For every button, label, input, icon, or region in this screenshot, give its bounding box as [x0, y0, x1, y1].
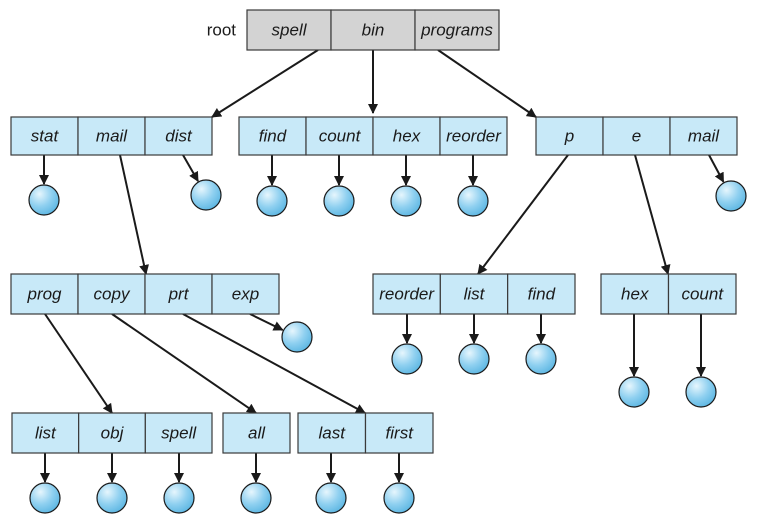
entry-label: find	[528, 285, 556, 304]
directory-entry-reorder[interactable]: reorder	[439, 116, 508, 156]
entry-label: count	[681, 285, 724, 304]
link-arrow-programs-p-to-p	[477, 154, 569, 275]
entry-label: all	[248, 424, 266, 443]
link-arrow-mail-prt-to-prt	[182, 313, 366, 414]
file-node-spell-stat[interactable]	[28, 184, 60, 216]
directory-entry-prog[interactable]: prog	[10, 273, 79, 315]
directory-entry-spell[interactable]: spell	[144, 412, 213, 454]
link-arrow-mail-copy-to-copy	[111, 313, 257, 414]
directory-entry-e[interactable]: e	[602, 116, 671, 156]
entry-label: first	[386, 424, 415, 443]
directory-entry-count[interactable]: count	[305, 116, 374, 156]
file-node-prt-first[interactable]	[383, 482, 415, 514]
file-node-bin-reorder[interactable]	[457, 185, 489, 217]
directory-entry-spell[interactable]: spell	[246, 9, 332, 51]
directory-entry-bin[interactable]: bin	[330, 9, 416, 51]
link-arrow-root-programs-to-programs	[437, 49, 537, 118]
directory-programs: p e mail	[535, 116, 738, 156]
directory-entry-list[interactable]: list	[11, 412, 80, 454]
directory-entry-dist[interactable]: dist	[144, 116, 213, 156]
entry-label: hex	[393, 127, 421, 146]
directory-entry-mail[interactable]: mail	[77, 116, 146, 156]
link-arrow-root-spell-to-spell	[211, 49, 319, 118]
directory-entry-hex[interactable]: hex	[600, 273, 670, 315]
directory-p: reorder list find	[372, 273, 576, 315]
entry-label: prt	[168, 285, 190, 304]
entry-label: prog	[26, 285, 62, 304]
file-arrow-spell-dist	[182, 154, 199, 182]
directory-entry-stat[interactable]: stat	[10, 116, 79, 156]
directory-entry-last[interactable]: last	[297, 412, 367, 454]
file-node-p-reorder[interactable]	[391, 343, 423, 375]
directory-entry-prt[interactable]: prt	[144, 273, 213, 315]
entry-label: reorder	[446, 127, 502, 146]
file-node-spell-dist[interactable]	[190, 179, 222, 211]
entry-label: count	[319, 127, 362, 146]
file-node-prt-last[interactable]	[315, 482, 347, 514]
entry-label: find	[259, 127, 287, 146]
directory-entry-count[interactable]: count	[667, 273, 737, 315]
file-node-prog-list[interactable]	[29, 482, 61, 514]
file-node-mail-exp[interactable]	[281, 321, 313, 353]
file-node-bin-hex[interactable]	[390, 185, 422, 217]
entry-label: spell	[161, 424, 197, 443]
root-label: root	[207, 21, 237, 40]
directory-entry-all[interactable]: all	[222, 412, 291, 454]
directory-entry-mail[interactable]: mail	[669, 116, 738, 156]
file-node-p-list[interactable]	[458, 343, 490, 375]
directory-entry-programs[interactable]: programs	[414, 9, 500, 51]
file-node-prog-obj[interactable]	[96, 482, 128, 514]
file-node-e-hex[interactable]	[618, 376, 650, 408]
file-arrow-programs-mail	[708, 154, 725, 183]
link-arrow-spell-mail-to-mail	[119, 154, 149, 275]
directory-entry-obj[interactable]: obj	[78, 412, 146, 454]
entry-label: last	[319, 424, 347, 443]
directory-entry-find[interactable]: find	[507, 273, 576, 315]
directory-e: hex count	[600, 273, 737, 315]
directory-spell: stat mail dist	[10, 116, 213, 156]
directory-prog: list obj spell	[11, 412, 213, 454]
entry-label: e	[632, 127, 641, 146]
directory-entry-p[interactable]: p	[535, 116, 604, 156]
file-node-bin-find[interactable]	[256, 185, 288, 217]
entry-label: stat	[31, 127, 60, 146]
file-arrow-mail-exp	[249, 313, 284, 331]
directory-entry-reorder[interactable]: reorder	[372, 273, 441, 315]
directory-entry-exp[interactable]: exp	[211, 273, 280, 315]
directory-prt: last first	[297, 412, 434, 454]
file-node-p-find[interactable]	[525, 343, 557, 375]
directory-graph: spell bin programsstat mail dist find count hex…	[10, 9, 747, 514]
entry-label: obj	[101, 424, 125, 443]
entry-label: mail	[688, 127, 720, 146]
entry-label: dist	[165, 127, 193, 146]
file-node-bin-count[interactable]	[323, 185, 355, 217]
entry-label: spell	[272, 21, 308, 40]
link-arrow-programs-e-to-e	[634, 154, 671, 275]
directory-mail: prog copy prt exp	[10, 273, 280, 315]
directory-entry-hex[interactable]: hex	[372, 116, 441, 156]
directory-copy: all	[222, 412, 291, 454]
directory-bin: find count hex reorder	[238, 116, 508, 156]
file-node-copy-all[interactable]	[240, 482, 272, 514]
entry-label: exp	[232, 285, 259, 304]
entry-label: list	[35, 424, 57, 443]
entry-label: hex	[621, 285, 649, 304]
directory-entry-list[interactable]: list	[439, 273, 509, 315]
file-node-programs-mail[interactable]	[715, 180, 747, 212]
root-directory: spell bin programs	[246, 9, 500, 51]
entry-label: p	[564, 127, 574, 146]
directory-entry-copy[interactable]: copy	[77, 273, 146, 315]
entry-label: mail	[96, 127, 128, 146]
entry-label: bin	[362, 21, 385, 40]
entry-label: copy	[94, 285, 131, 304]
entry-label: list	[464, 285, 486, 304]
directory-entry-find[interactable]: find	[238, 116, 307, 156]
directory-entry-first[interactable]: first	[364, 412, 434, 454]
file-node-e-count[interactable]	[685, 376, 717, 408]
entry-label: programs	[420, 21, 493, 40]
entry-label: reorder	[379, 285, 435, 304]
link-arrow-mail-prog-to-prog	[44, 313, 113, 414]
file-node-prog-spell[interactable]	[163, 482, 195, 514]
